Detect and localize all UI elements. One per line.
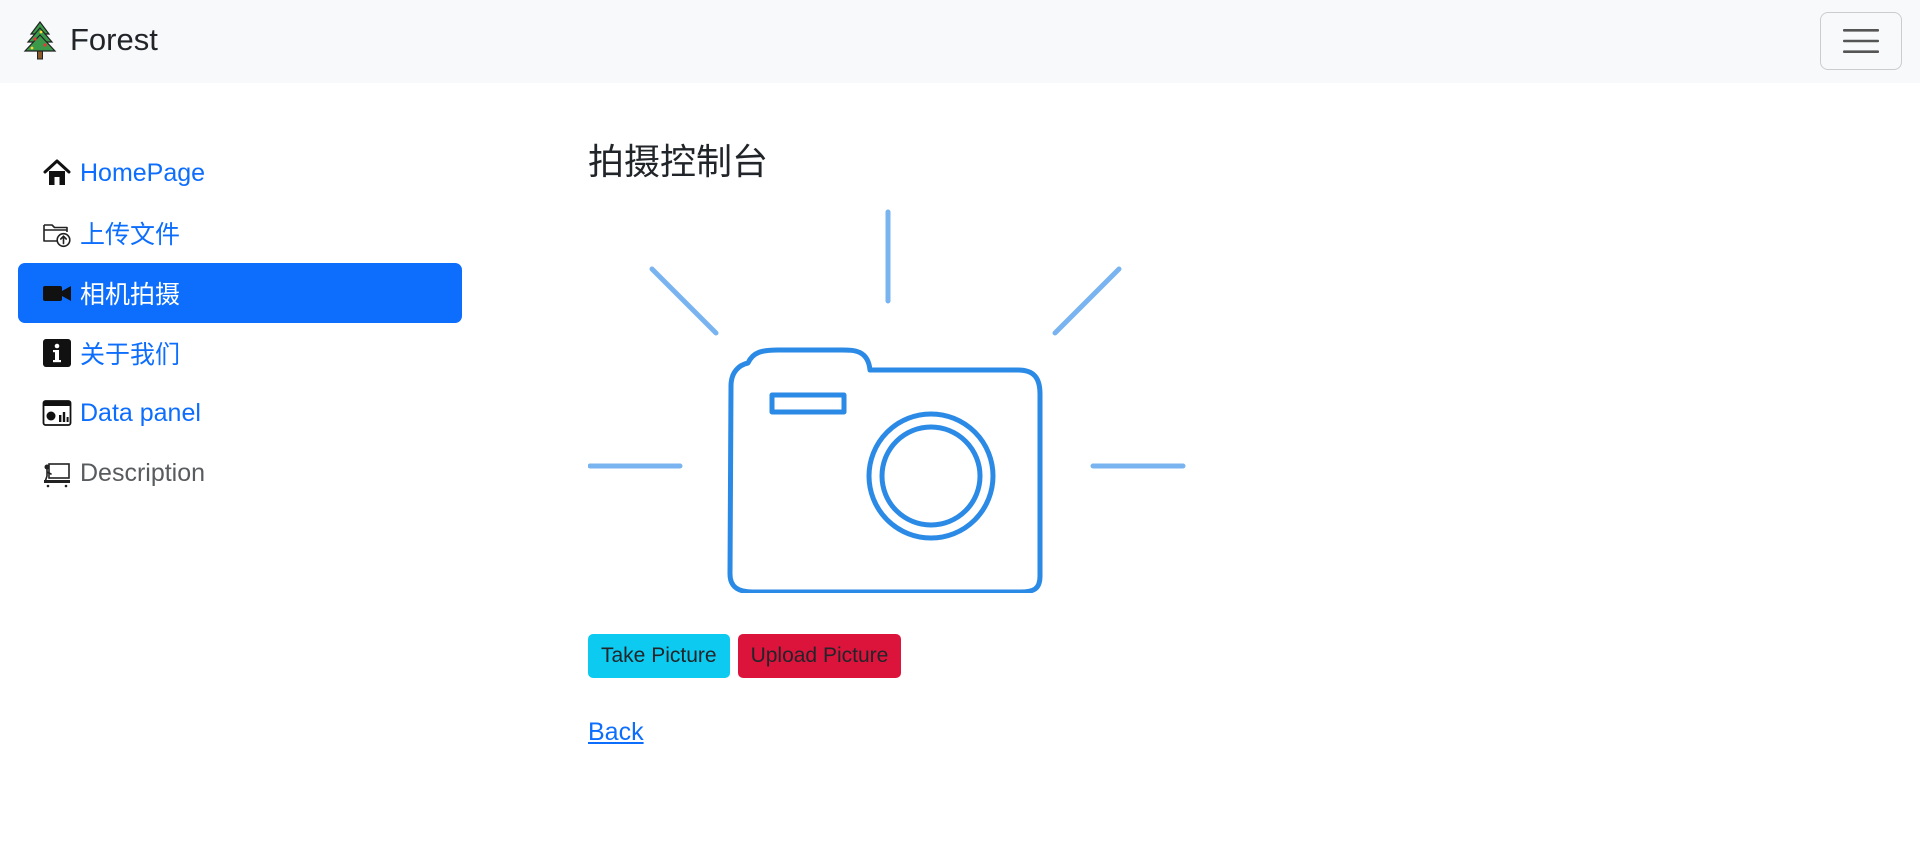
- sidebar-item-label: Data panel: [80, 398, 201, 427]
- sidebar-item-label: 相机拍摄: [80, 281, 181, 309]
- house-icon: [42, 158, 72, 188]
- hamburger-menu-icon: [1843, 29, 1879, 53]
- info-icon: [42, 338, 72, 368]
- sidebar-item-upload[interactable]: 上传文件: [18, 203, 462, 263]
- sidebar-nav: HomePage 上传文件 相机拍摄 关于我们 Data panel Descr…: [18, 143, 462, 503]
- sidebar-item-homepage[interactable]: HomePage: [18, 143, 462, 203]
- camera-flash-icon: [588, 209, 1186, 593]
- sidebar-item-about[interactable]: 关于我们: [18, 323, 462, 383]
- tree-icon: [23, 21, 57, 60]
- page-title: 拍摄控制台: [588, 141, 769, 182]
- sidebar-item-label: 上传文件: [80, 221, 181, 249]
- brand-link[interactable]: Forest: [22, 20, 158, 60]
- video-camera-icon: [42, 278, 72, 308]
- action-buttons: Take Picture Upload Picture: [588, 634, 902, 678]
- sidebar-item-label: HomePage: [80, 158, 206, 187]
- sidebar-item-camera[interactable]: 相机拍摄: [18, 263, 462, 323]
- projector-icon: [42, 458, 72, 488]
- top-navbar: Forest: [0, 0, 1920, 83]
- navbar-toggle-button[interactable]: [1820, 12, 1902, 70]
- sidebar-item-description[interactable]: Description: [18, 443, 462, 503]
- take-picture-button[interactable]: Take Picture: [588, 634, 730, 678]
- brand-name: Forest: [70, 22, 158, 57]
- upload-picture-button[interactable]: Upload Picture: [737, 634, 902, 678]
- sidebar-item-label: Description: [80, 458, 206, 487]
- back-link[interactable]: Back: [588, 718, 644, 747]
- folder-upload-icon: [42, 218, 72, 248]
- dashboard-window-icon: [42, 398, 72, 428]
- main-content: 拍摄控制台 Take Picture Upload Picture Back: [588, 140, 1288, 746]
- sidebar-item-label: 关于我们: [80, 341, 181, 369]
- sidebar-item-data-panel[interactable]: Data panel: [18, 383, 462, 443]
